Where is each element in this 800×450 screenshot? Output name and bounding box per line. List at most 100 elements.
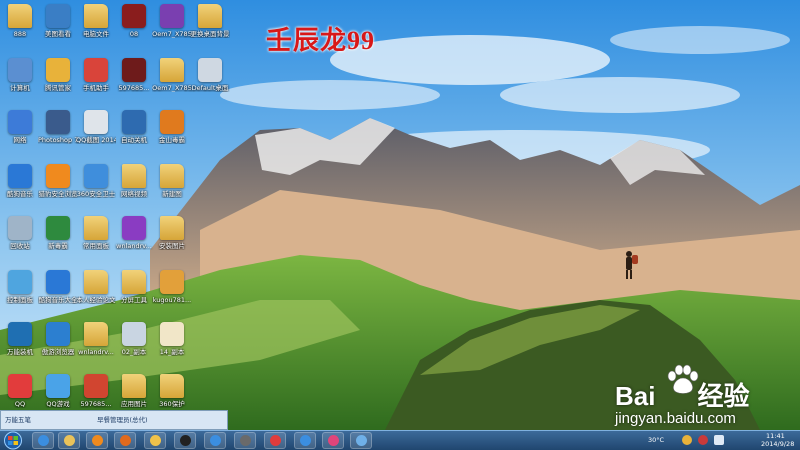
desktop-icon-label: Oem7_X785 <box>152 84 192 92</box>
folder-icon <box>84 322 108 346</box>
folder-icon <box>84 270 108 294</box>
taskbar-button[interactable] <box>234 432 256 449</box>
desktop-icon[interactable]: 酷狗音乐 <box>0 162 40 204</box>
folder-icon <box>198 4 222 28</box>
taskbar-button[interactable] <box>86 432 108 449</box>
tray-network-icon[interactable] <box>714 435 724 445</box>
desktop-icon-label: 安装图片 <box>159 242 185 250</box>
desktop-icon-label: 360安全卫士 <box>76 190 116 198</box>
desktop-icon[interactable]: 应用图片 <box>114 372 154 414</box>
tray-security-icon[interactable] <box>698 435 708 445</box>
app-icon <box>8 164 32 188</box>
desktop-icon[interactable]: 自动关机 <box>114 108 154 150</box>
desktop-icon[interactable]: 网络 <box>0 108 40 150</box>
desktop-icon[interactable]: 腾讯管家 <box>38 56 78 98</box>
app-icon <box>46 374 70 398</box>
desktop-icon[interactable]: wnlandrv... <box>114 214 154 256</box>
desktop-icon-label: 360保护 <box>159 400 185 408</box>
desktop-icon[interactable]: QQ截图 20140926 <box>76 108 116 150</box>
desktop-icon[interactable]: 回收站 <box>0 214 40 256</box>
taskbar-button[interactable] <box>58 432 80 449</box>
desktop-icon[interactable]: 597685... <box>114 56 154 98</box>
clock-date[interactable]: 2014/9/28 <box>761 440 794 448</box>
taskbar-button[interactable] <box>264 432 286 449</box>
desktop-icon[interactable]: 网络视频 <box>114 162 154 204</box>
folder-icon <box>84 216 108 240</box>
taskbar-button[interactable] <box>350 432 372 449</box>
app-icon <box>46 322 70 346</box>
app-icon <box>8 374 32 398</box>
desktop-icon[interactable]: 597685... <box>76 372 116 414</box>
desktop-icon-label: QQ <box>14 400 26 408</box>
tray-app-icon[interactable] <box>682 435 692 445</box>
app-icon <box>46 4 70 28</box>
desktop-icon[interactable]: 傲游浏览器 <box>38 320 78 362</box>
desktop-icon[interactable]: 360安全卫士 <box>76 162 116 204</box>
taskbar-button[interactable] <box>204 432 226 449</box>
ie-icon <box>37 435 49 446</box>
desktop-icon[interactable]: 本人经验论文 <box>76 268 116 310</box>
desktop-icon-label: 08 <box>129 30 139 38</box>
desktop-icon[interactable]: 08 <box>114 2 154 44</box>
desktop-icon[interactable]: 猎豹安全浏览 <box>38 162 78 204</box>
desktop-icon[interactable]: Oem7_X785 <box>152 56 192 98</box>
folder-icon <box>122 270 146 294</box>
desktop-icon-label: 597685... <box>80 400 112 408</box>
taskbar-button[interactable] <box>32 432 54 449</box>
mini-window-tab[interactable]: 早餐管理员(总代) <box>97 413 148 427</box>
desktop-icon[interactable]: 888 <box>0 2 40 44</box>
folder-icon <box>160 374 184 398</box>
app-icon <box>8 270 32 294</box>
folder-icon <box>8 4 32 28</box>
clock-time[interactable]: 11:41 <box>766 432 785 440</box>
desktop-icon[interactable]: Default桌面 <box>190 56 230 98</box>
desktop-icon-label: 网络 <box>13 136 27 144</box>
desktop-icon[interactable]: wnlandrv... <box>76 320 116 362</box>
app-pink-icon <box>327 435 339 446</box>
desktop-icon-label: 计算机 <box>10 84 30 92</box>
taskbar-button[interactable] <box>144 432 166 449</box>
desktop-icon[interactable]: 分屏工具 <box>114 268 154 310</box>
app-icon <box>122 58 146 82</box>
desktop-icon[interactable]: 更换桌面背景 <box>190 2 230 44</box>
mini-window[interactable]: 万能五笔 早餐管理员(总代) <box>0 410 228 430</box>
desktop-icon[interactable]: 酷狗音乐大全 <box>38 268 78 310</box>
taskbar-button[interactable] <box>294 432 316 449</box>
desktop-icon[interactable]: 常用面板 <box>76 214 116 256</box>
desktop-icon[interactable]: 计算机 <box>0 56 40 98</box>
desktop-icon-label: wnlandrv... <box>78 348 114 356</box>
baidu-logo-text: Bai <box>615 381 656 411</box>
desktop-icon[interactable]: Oem7_X785 <box>152 2 192 44</box>
desktop-icon[interactable]: kugou781... <box>152 268 192 310</box>
folder-icon <box>84 4 108 28</box>
music-icon <box>209 435 221 446</box>
desktop-icon[interactable]: 金山毒霸 <box>152 108 192 150</box>
desktop-icon[interactable]: Photoshop 7.0 <box>38 108 78 150</box>
desktop-icon[interactable]: QQ <box>0 372 40 414</box>
desktop-icon[interactable]: QQ游戏 <box>38 372 78 414</box>
desktop-icon[interactable]: 万能装机 <box>0 320 40 362</box>
desktop-icon[interactable]: 新建图 <box>152 162 192 204</box>
desktop-icon[interactable]: 安装图片 <box>152 214 192 256</box>
desktop-icon[interactable]: 360保护 <box>152 372 192 414</box>
windows-logo-icon[interactable] <box>2 431 24 450</box>
photo-icon <box>239 435 251 446</box>
taskbar-button[interactable] <box>174 432 196 449</box>
taskbar-button[interactable] <box>114 432 136 449</box>
desktop-icon-label: 14_副本 <box>159 348 185 356</box>
desktop-icon[interactable]: 14_副本 <box>152 320 192 362</box>
app-icon <box>8 58 32 82</box>
desktop-icon[interactable]: 02_副本 <box>114 320 154 362</box>
desktop-icon[interactable]: 新毒霸 <box>38 214 78 256</box>
taskbar-button[interactable] <box>322 432 344 449</box>
desktop-icon-label: 金山毒霸 <box>159 136 185 144</box>
desktop-icon[interactable]: 手机助手 <box>76 56 116 98</box>
desktop-icon-label: 酷狗音乐 <box>7 190 33 198</box>
desktop-icon-label: 更换桌面背景 <box>190 30 230 38</box>
app-icon <box>198 58 222 82</box>
app-icon <box>8 110 32 134</box>
desktop-icon[interactable]: 电脑文件 <box>76 2 116 44</box>
desktop-icon-label: 傲游浏览器 <box>41 348 75 356</box>
desktop-icon[interactable]: 美图看看 <box>38 2 78 44</box>
desktop-icon[interactable]: 控制面板 <box>0 268 40 310</box>
